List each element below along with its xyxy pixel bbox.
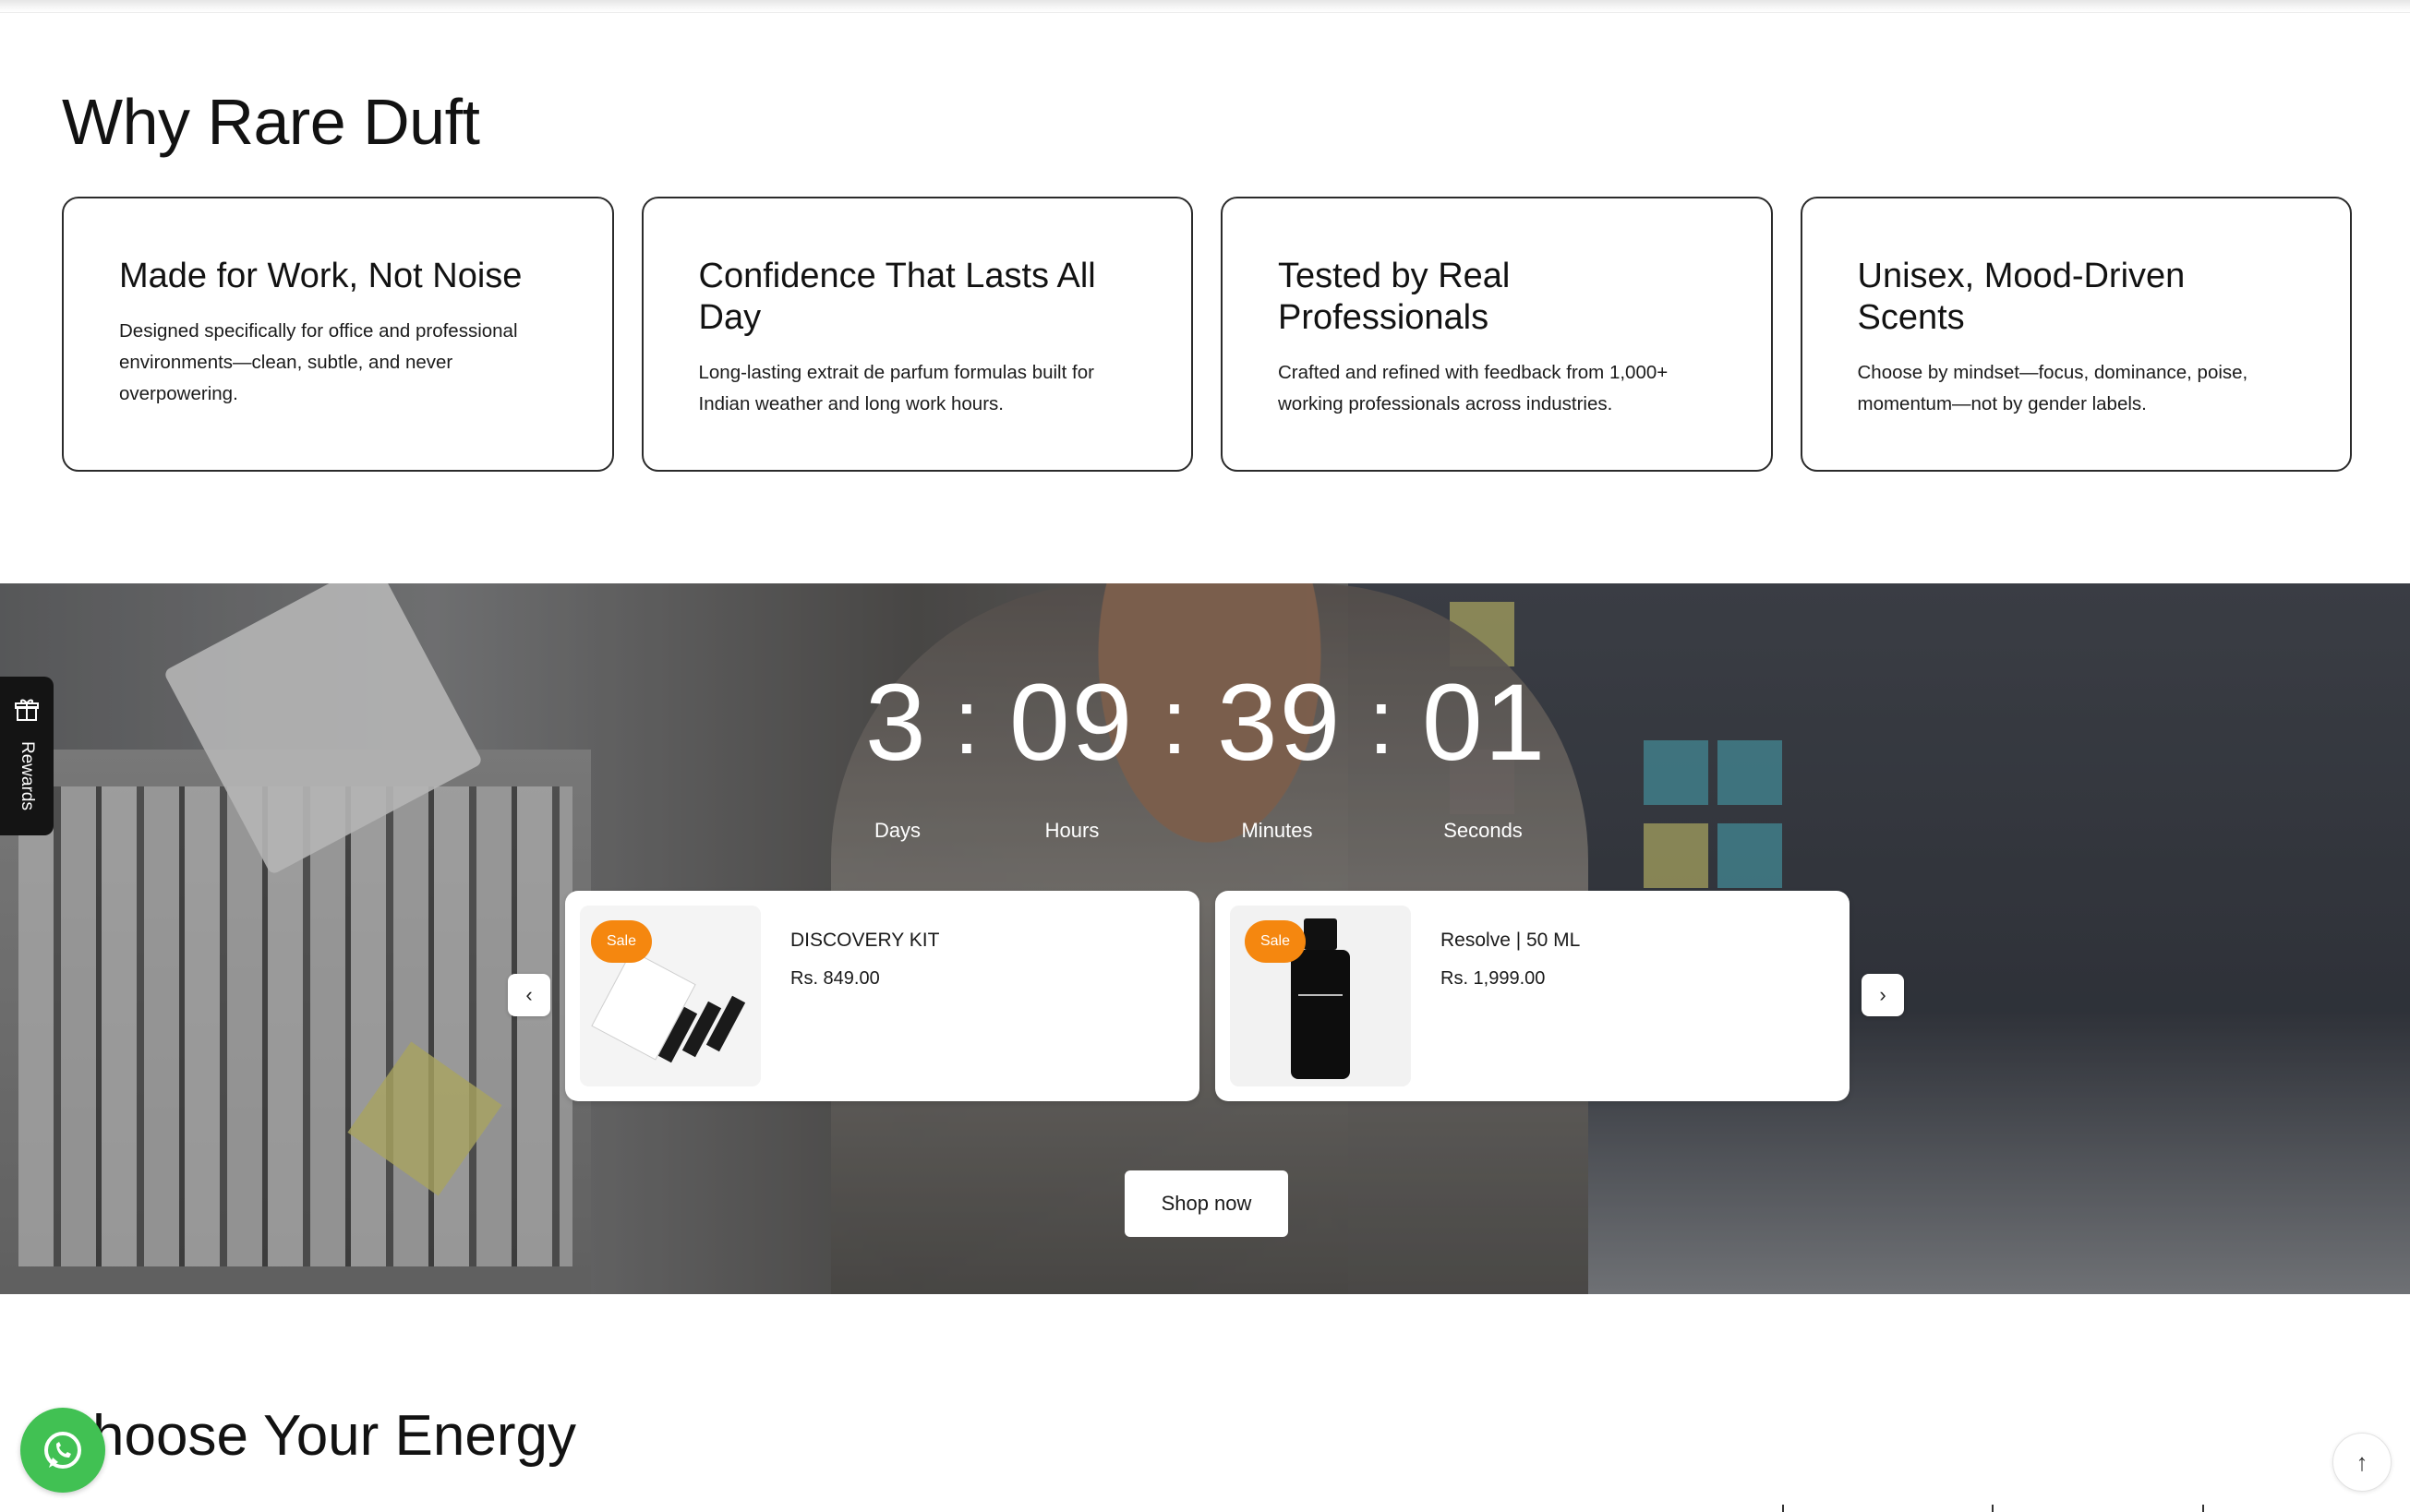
product-name[interactable]: Resolve | 50 ML <box>1440 930 1580 952</box>
gift-icon <box>14 697 40 729</box>
divider-tick <box>2202 1505 2204 1512</box>
product-card[interactable]: Sale Resolve | 50 ML Rs. 1,999.00 <box>1215 891 1850 1101</box>
feature-card-text: Long-lasting extrait de parfum formulas … <box>698 362 1094 414</box>
countdown-label-minutes: Minutes <box>1241 819 1313 842</box>
countdown-separator: : <box>954 670 980 774</box>
sale-badge: Sale <box>1245 920 1306 963</box>
rewards-label: Rewards <box>18 741 37 810</box>
feature-card: Confidence That Lasts All Day Long-lasti… <box>641 197 1193 472</box>
feature-card-text: Designed specifically for office and pro… <box>119 320 518 404</box>
feature-card-title: Confidence That Lasts All Day <box>698 257 1096 337</box>
product-price: Rs. 1,999.00 <box>1440 968 1546 989</box>
shop-now-button[interactable]: Shop now <box>1125 1170 1288 1237</box>
feature-card-title: Unisex, Mood-Driven Scents <box>1857 257 2186 337</box>
sale-badge: Sale <box>591 920 652 963</box>
countdown-minutes: 39 <box>1217 662 1343 784</box>
header-shadow <box>0 0 2410 13</box>
feature-cards: Made for Work, Not Noise Designed specif… <box>62 197 2352 472</box>
countdown-label-days: Days <box>874 819 922 842</box>
feature-card-text: Crafted and refined with feedback from 1… <box>1278 362 1669 414</box>
feature-card: Tested by Real Professionals Crafted and… <box>1221 197 1773 472</box>
countdown-separator: : <box>1162 670 1187 774</box>
countdown-hours: 09 <box>1009 662 1135 784</box>
carousel-prev-button[interactable]: ‹ <box>508 974 550 1016</box>
feature-card-title: Made for Work, Not Noise <box>119 257 523 295</box>
feature-card-title: Tested by Real Professionals <box>1278 257 1511 337</box>
divider-tick <box>1992 1505 1994 1512</box>
chevron-right-icon: › <box>1879 983 1886 1006</box>
countdown-timer: 3 : 09 : 39 : 01 Days Hours Minutes Seco… <box>0 660 2410 863</box>
section-title: hoose Your Energy <box>92 1404 576 1468</box>
chevron-left-icon: ‹ <box>525 983 533 1006</box>
whatsapp-button[interactable] <box>20 1408 105 1493</box>
whatsapp-icon <box>44 1432 81 1469</box>
countdown-days: 3 <box>865 662 928 784</box>
back-to-top-button[interactable]: ↑ <box>2332 1433 2392 1492</box>
countdown-label-hours: Hours <box>1044 819 1100 842</box>
carousel-next-button[interactable]: › <box>1862 974 1904 1016</box>
arrow-up-icon: ↑ <box>2356 1447 2368 1476</box>
section-title: Why Rare Duft <box>62 86 480 158</box>
product-price: Rs. 849.00 <box>790 968 880 989</box>
countdown-seconds: 01 <box>1422 662 1548 784</box>
feature-card: Made for Work, Not Noise Designed specif… <box>62 197 614 472</box>
divider-tick <box>1782 1505 1784 1512</box>
countdown-label-seconds: Seconds <box>1443 819 1523 842</box>
product-name[interactable]: DISCOVERY KIT <box>790 930 939 952</box>
rewards-tab[interactable]: Rewards <box>0 677 54 835</box>
countdown-separator: : <box>1368 670 1394 774</box>
feature-card-text: Choose by mindset—focus, dominance, pois… <box>1857 362 2248 414</box>
product-card[interactable]: Sale DISCOVERY KIT Rs. 849.00 <box>565 891 1199 1101</box>
feature-card: Unisex, Mood-Driven Scents Choose by min… <box>1800 197 2352 472</box>
